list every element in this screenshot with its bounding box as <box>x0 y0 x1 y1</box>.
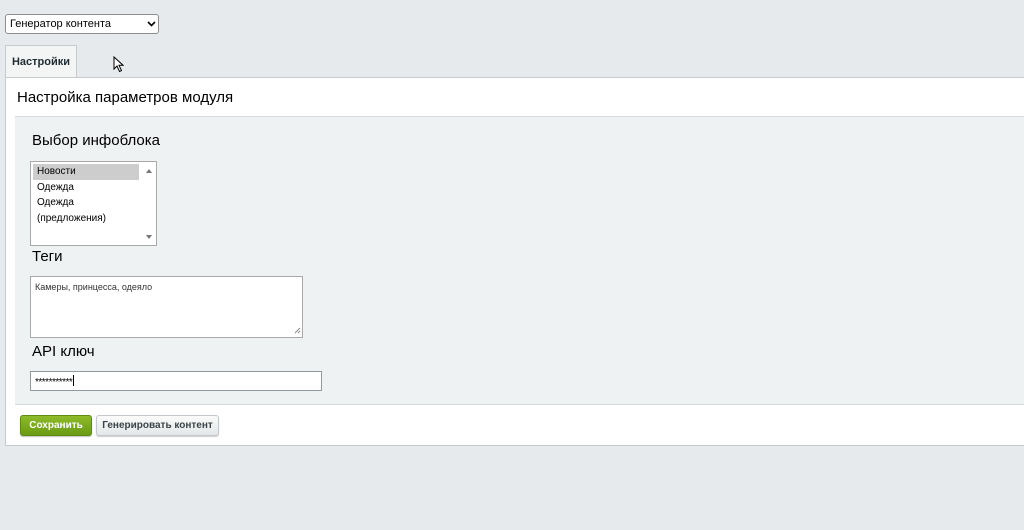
save-button[interactable]: Сохранить <box>20 415 92 436</box>
resize-handle-icon[interactable] <box>294 326 301 336</box>
listbox-option[interactable]: Новости <box>33 164 139 180</box>
listbox-option[interactable]: Одежда <box>33 180 139 196</box>
tags-value: Камеры, принцесса, одеяло <box>35 282 153 292</box>
chevron-down-icon <box>144 21 158 27</box>
text-caret <box>73 375 75 386</box>
tags-textarea[interactable]: Камеры, принцесса, одеяло <box>30 276 303 338</box>
listbox-scrollbar[interactable] <box>143 163 155 244</box>
tab-settings[interactable]: Настройки <box>5 45 77 78</box>
listbox-option[interactable]: Одежда (предложения) <box>33 195 139 224</box>
page-title: Настройка параметров модуля <box>17 89 234 106</box>
settings-form: Выбор инфоблока Новости Одежда Одежда (п… <box>15 116 1024 405</box>
api-key-label: API ключ <box>32 343 95 360</box>
mouse-cursor-icon <box>113 55 125 78</box>
scroll-down-icon[interactable] <box>146 231 152 242</box>
generate-content-button-label: Генерировать контент <box>102 420 213 431</box>
module-select-value: Генератор контента <box>10 18 111 30</box>
scroll-up-icon[interactable] <box>146 165 152 176</box>
settings-panel: Настройка параметров модуля Выбор инфобл… <box>5 77 1024 446</box>
tab-settings-label: Настройки <box>11 56 71 68</box>
module-select[interactable]: Генератор контента <box>5 14 159 34</box>
api-key-field[interactable]: *********** <box>30 371 322 391</box>
tags-label: Теги <box>32 248 63 265</box>
generate-content-button[interactable]: Генерировать контент <box>96 415 219 436</box>
save-button-label: Сохранить <box>29 420 83 431</box>
infoblock-listbox[interactable]: Новости Одежда Одежда (предложения) <box>30 161 157 246</box>
api-key-value: *********** <box>35 377 73 388</box>
infoblock-label: Выбор инфоблока <box>32 132 160 149</box>
